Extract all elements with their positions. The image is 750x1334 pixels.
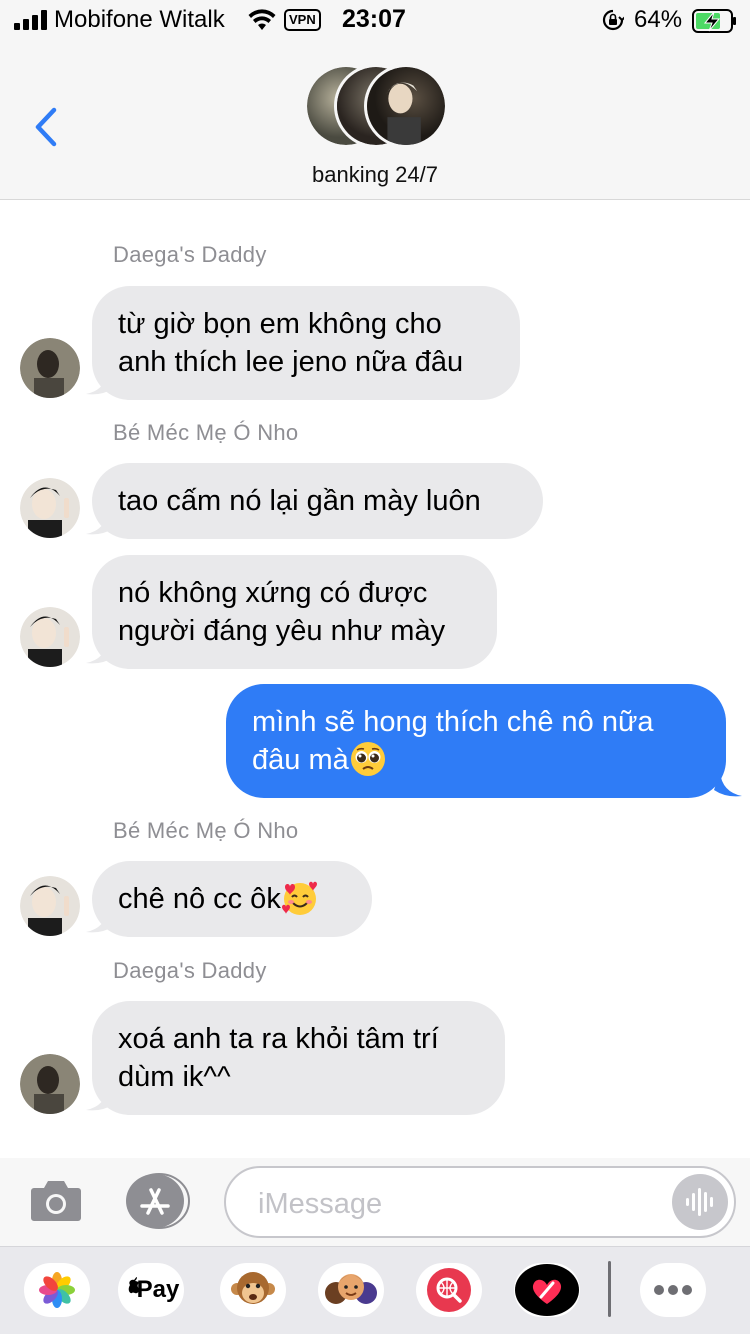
memoji-icon [325,1274,377,1304]
pleading-face-emoji [350,742,385,776]
clock: 23:07 [342,5,406,33]
digital-touch-icon [515,1264,579,1316]
group-name[interactable]: banking 24/7 [0,162,750,188]
message-line: tao cấm nó lại gần mày luôn [118,485,481,517]
message-line: chê nô cc ôk [118,883,281,915]
more-icon [654,1285,692,1295]
carrier-name: Mobifone Witalk [54,6,225,33]
battery-percentage: 64% [634,6,683,33]
wifi-icon [248,9,276,30]
photos-app-button[interactable] [24,1263,90,1317]
app-store-icon[interactable] [124,1173,190,1229]
apple-pay-label: Pay [136,1276,180,1303]
message-bubble[interactable]: nó không xứng có được người đáng yêu như… [92,555,497,669]
more-apps-button[interactable] [640,1263,706,1317]
battery-charging-icon [692,9,736,33]
audio-waveform-icon[interactable] [672,1174,728,1230]
message-line: xoá anh ta ra khỏi tâm trí [118,1023,439,1055]
group-avatar [364,64,448,148]
digital-touch-button[interactable] [514,1263,580,1317]
vpn-badge: VPN [284,9,321,31]
photos-icon [39,1272,75,1308]
message-bubble[interactable]: xoá anh ta ra khỏi tâm trí dùm ik^^ [92,1001,505,1115]
imessage-placeholder: iMessage [258,1188,383,1220]
message-line: từ giờ bọn em không cho [118,308,442,340]
message-line: mình sẽ hong thích chê nô nữa [252,706,654,738]
message-line: đâu mà [252,744,349,776]
apple-pay-button[interactable]: Pay [118,1263,184,1317]
message-bubble[interactable]: tao cấm nó lại gần mày luôn [92,463,543,539]
outgoing-message-bubble[interactable]: mình sẽ hong thích chê nô nữa đâu mà [226,684,726,798]
message-line: nó không xứng có được [118,577,428,609]
message-line: người đáng yêu như mày [118,615,446,647]
message-line: anh thích lee jeno nữa đâu [118,346,464,378]
sender-name: Bé Méc Mẹ Ó Nho [113,818,299,843]
sender-name: Bé Méc Mẹ Ó Nho [113,420,299,445]
message-bubble[interactable]: từ giờ bọn em không cho anh thích lee je… [92,286,520,400]
conversation-header: banking 24/7 [0,42,750,200]
status-bar: Mobifone Witalk VPN 23:07 64% [0,0,750,42]
back-chevron-icon[interactable] [30,104,64,150]
rotation-lock-icon [602,9,624,31]
sender-avatar[interactable] [20,607,80,667]
group-avatar-stack[interactable] [304,64,448,150]
animoji-monkey-icon [231,1272,275,1304]
sender-avatar[interactable] [20,478,80,538]
camera-icon[interactable] [30,1178,82,1222]
web-search-button[interactable] [416,1263,482,1317]
imessage-input[interactable]: iMessage [224,1166,736,1238]
smiling-face-with-hearts-emoji [281,881,317,915]
compose-bar: iMessage [0,1158,750,1246]
sender-name: Daega's Daddy [113,242,267,267]
sender-avatar[interactable] [20,338,80,398]
animoji-button[interactable] [220,1263,286,1317]
drawer-divider [608,1261,611,1317]
sender-name: Daega's Daddy [113,958,267,983]
sender-avatar[interactable] [20,1054,80,1114]
app-drawer: Pay [0,1246,750,1334]
memoji-button[interactable] [318,1263,384,1317]
message-line: dùm ik^^ [118,1061,231,1093]
web-search-icon [427,1268,471,1312]
message-thread: Daega's Daddy từ giờ bọn em không cho an… [0,200,750,1158]
message-bubble[interactable]: chê nô cc ôk [92,861,372,937]
sender-avatar[interactable] [20,876,80,936]
cellular-signal-icon [14,10,47,30]
